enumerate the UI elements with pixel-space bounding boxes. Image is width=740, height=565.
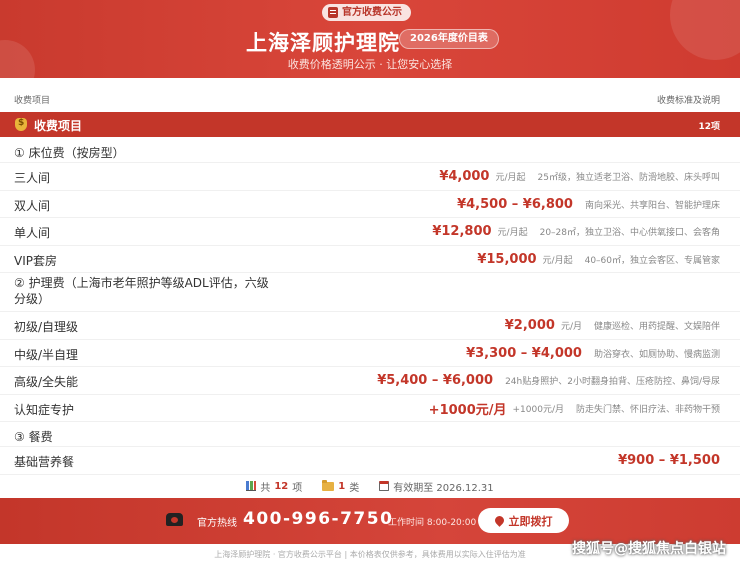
fee-item-name: 初级/自理级 [14,320,79,334]
fee-description: 25㎡级，独立适老卫浴、防滑地胶、床头呼叫 [537,173,720,183]
fee-row: 基础营养餐 ¥900 – ¥1,500 [0,447,740,475]
fee-unit: 元/月起 [497,228,528,238]
fee-price: ¥3,300 – ¥4,000 [466,345,582,361]
fee-detail: +1000元/月 +1000元/月 防走失门禁、怀旧疗法、非药物干预 [429,395,720,422]
fee-price: ¥900 – ¥1,500 [618,453,720,468]
call-now-label: 立即拨打 [508,514,553,528]
fee-detail: ¥3,300 – ¥4,000 助浴穿衣、如厕协助、慢病监测 [466,340,720,367]
official-badge: 官方收费公示 [322,4,411,21]
fee-price: ¥2,000 [504,318,555,333]
category-header[interactable]: 收费项目 12项 [0,112,740,137]
hotline-number[interactable]: 400-996-7750 [243,509,393,529]
fee-row: VIP套房 ¥15,000 元/月起 40–60㎡，独立会客区、专属管家 [0,246,740,273]
call-now-button[interactable]: 立即拨打 [478,508,569,533]
fee-row: 认知症专护 +1000元/月 +1000元/月 防走失门禁、怀旧疗法、非药物干预 [0,395,740,422]
fee-row: 单人间 ¥12,800 元/月起 20–28㎡，独立卫浴、中心供氧接口、会客角 [0,218,740,246]
fee-row: 高级/全失能 ¥5,400 – ¥6,000 24h贴身照护、2小时翻身拍背、压疮防… [0,367,740,395]
fee-description: 40–60㎡，独立会客区、专属管家 [584,255,720,266]
fee-item-name: 中级/半自理 [14,347,79,362]
telephone-icon [166,513,183,526]
fee-detail: ¥12,800 元/月起 20–28㎡，独立卫浴、中心供氧接口、会客角 [432,218,720,245]
decor-circle [670,0,740,60]
fee-item-name: 认知症专护 [14,402,75,417]
year-badge: 2026年度价目表 [399,29,499,49]
folder-icon [322,479,335,491]
summary-categories: 1 类 [322,479,359,494]
fee-detail: ¥15,000 元/月起 40–60㎡，独立会客区、专属管家 [477,246,720,273]
fee-list: ① 床位费（按房型） 三人间 ¥4,000 元/月起 25㎡级，独立适老卫浴、防滑地胶、… [0,138,740,475]
fee-item-name: ① 床位费（按房型） [14,146,125,160]
fee-section-header: ① 床位费（按房型） [0,138,740,163]
source-watermark: 搜狐号@搜狐焦点白银站 [572,541,726,557]
fee-detail: ¥2,000 元/月 健康巡检、用药提醒、文娱陪伴 [505,312,720,339]
fee-detail: ¥900 – ¥1,500 [618,447,720,474]
fee-item-name: 高级/全失能 [14,375,79,389]
fee-item-name: VIP套房 [14,253,57,268]
header-banner: 官方收费公示 上海泽顾护理院 2026年度价目表 收费价格透明公示 · 让您安心… [0,0,740,78]
fee-item-name: 双人间 [14,198,51,213]
page-subtitle: 收费价格透明公示 · 让您安心选择 [287,58,453,71]
document-icon [328,7,338,18]
fee-description: 防走失门禁、怀旧疗法、非药物干预 [575,404,720,415]
bar-chart-icon [246,481,257,491]
column-header-standard: 收费标准及说明 [656,96,720,106]
work-hours: 工作时间 8:00-20:00 [388,518,477,528]
fee-section-header: ② 护理费（上海市老年照护等级ADL评估，六级分级） [0,273,740,312]
category-count: 12项 [698,122,720,132]
fee-price: +1000元/月 [428,402,507,418]
column-header: 收费项目 收费标准及说明 [0,88,740,110]
fee-description: 助浴穿衣、如厕协助、慢病监测 [593,349,720,360]
fee-row: 中级/半自理 ¥3,300 – ¥4,000 助浴穿衣、如厕协助、慢病监测 [0,340,740,367]
fee-item-name: ③ 餐费 [14,430,53,444]
fee-description: 20–28㎡，独立卫浴、中心供氧接口、会客角 [539,228,720,238]
fee-row: 双人间 ¥4,500 – ¥6,800 南向采光、共享阳台、智能护理床 [0,191,740,218]
page-title: 上海泽顾护理院 [246,31,400,55]
fee-price: ¥5,400 – ¥6,000 [377,373,494,388]
fee-price: ¥15,000 [477,251,537,267]
hotline-label: 官方热线 [197,518,237,529]
column-header-item: 收费项目 [14,96,51,106]
fee-detail: ¥4,000 元/月起 25㎡级，独立适老卫浴、防滑地胶、床头呼叫 [439,163,720,190]
fee-item-name: 三人间 [14,171,51,185]
fee-unit: 元/月起 [542,255,573,266]
fee-row: 初级/自理级 ¥2,000 元/月 健康巡检、用药提醒、文娱陪伴 [0,312,740,340]
fee-detail: ¥5,400 – ¥6,000 24h贴身照护、2小时翻身拍背、压疮防控、鼻饲/导… [377,367,720,394]
fee-price: ¥12,800 [432,224,492,239]
money-bag-icon [15,118,27,131]
fee-section-header: ③ 餐费 [0,422,740,447]
fee-price: ¥4,000 [439,169,490,184]
official-badge-label: 官方收费公示 [342,7,402,18]
summary-bar: 共 12 项 1 类 有效期至 2026.12.31 [0,476,740,496]
fee-description: 南向采光、共享阳台、智能护理床 [584,200,720,211]
category-title: 收费项目 [34,119,83,133]
fee-description: 24h贴身照护、2小时翻身拍背、压疮防控、鼻饲/导尿 [505,377,720,387]
fee-unit: 元/月 [560,322,582,332]
summary-total: 共 12 项 [246,479,302,494]
fee-unit: +1000元/月 [512,404,564,415]
fee-description: 健康巡检、用药提醒、文娱陪伴 [593,322,720,332]
fee-item-name: 单人间 [14,226,51,240]
fee-detail: ¥4,500 – ¥6,800 南向采光、共享阳台、智能护理床 [457,191,720,218]
fee-item-name: ② 护理费（上海市老年照护等级ADL评估，六级分级） [14,276,269,306]
fee-item-name: 基础营养餐 [14,455,75,469]
summary-valid: 有效期至 2026.12.31 [379,479,494,494]
fee-unit: 元/月起 [495,173,526,183]
calendar-icon [379,481,390,491]
fee-price: ¥4,500 – ¥6,800 [457,196,573,212]
phone-handset-icon [492,514,506,527]
fee-row: 三人间 ¥4,000 元/月起 25㎡级，独立适老卫浴、防滑地胶、床头呼叫 [0,163,740,191]
